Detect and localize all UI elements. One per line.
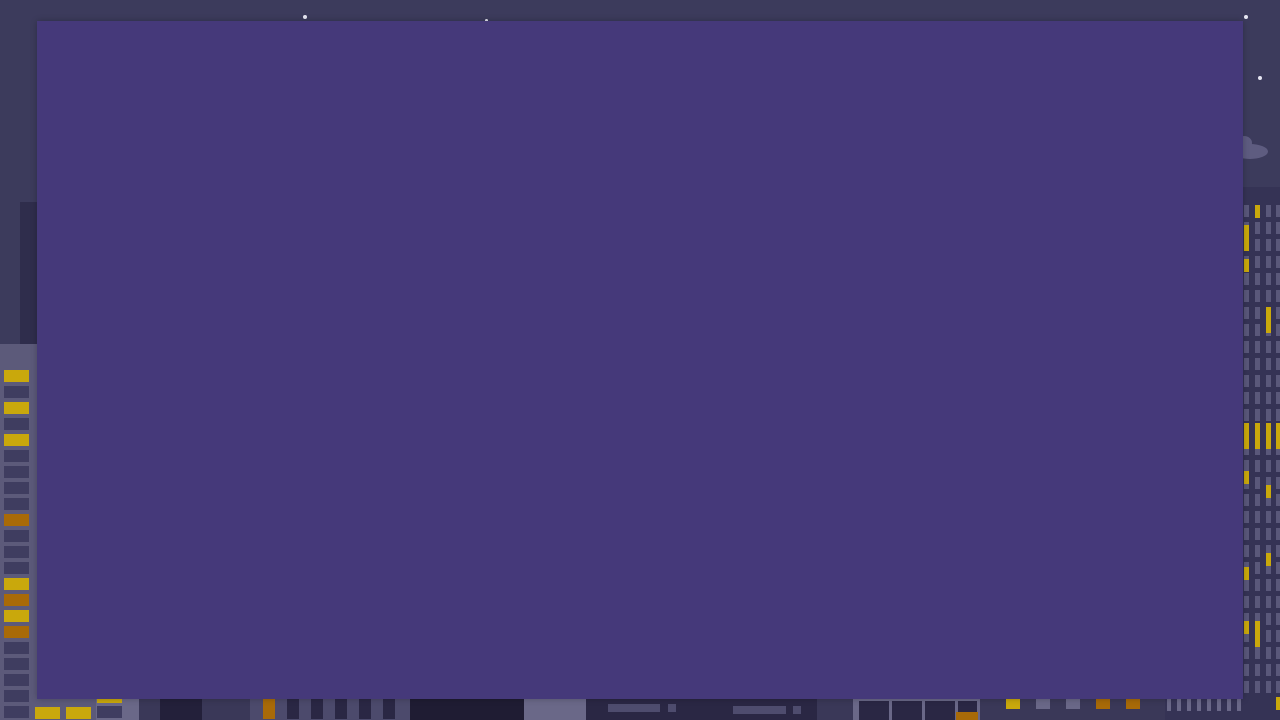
- window-lit: [1255, 621, 1260, 647]
- building-bottom: [1165, 699, 1243, 720]
- building-bottom: [524, 699, 586, 720]
- background-building: [20, 202, 38, 352]
- window-dark: [668, 704, 676, 712]
- window-dark: [4, 498, 29, 510]
- window-dark: [4, 530, 29, 542]
- window-lit: [956, 712, 978, 720]
- building-bottom: [96, 699, 139, 720]
- window-lit: [1266, 423, 1271, 449]
- window-lit: [1126, 699, 1140, 709]
- window-dark: [383, 699, 395, 719]
- window-dark: [4, 450, 29, 462]
- window-lit: [1255, 205, 1260, 218]
- window-lit: [1266, 553, 1271, 566]
- window-lit: [1244, 621, 1249, 634]
- window-lit: [4, 402, 29, 414]
- window-column: [1266, 205, 1271, 695]
- window-dark: [335, 699, 347, 719]
- window-lit: [1266, 485, 1271, 498]
- window-lit: [4, 370, 29, 382]
- building-right: [1243, 187, 1280, 720]
- window-lit: [4, 578, 29, 590]
- star-icon: [1244, 15, 1248, 19]
- window-lit: [1276, 697, 1280, 710]
- window-dark: [311, 699, 323, 719]
- building-bottom: [34, 699, 64, 720]
- window-dark: [4, 690, 29, 702]
- window-lit: [4, 594, 29, 606]
- window-dark: [287, 699, 299, 719]
- window-lit: [1244, 567, 1249, 580]
- window-dark: [1066, 699, 1080, 709]
- window-dark: [1036, 699, 1050, 709]
- building-bottom: [817, 699, 853, 720]
- building-bottom: [712, 699, 817, 720]
- star-icon: [1258, 76, 1262, 80]
- window-lit: [1244, 471, 1249, 484]
- building-bottom: [586, 699, 712, 720]
- window-lit: [1006, 699, 1020, 709]
- window-dark: [4, 482, 29, 494]
- building-bottom: [250, 699, 410, 720]
- window-dark: [4, 642, 29, 654]
- window-dark: [4, 674, 29, 686]
- modal-panel: [37, 21, 1243, 699]
- building-bottom: [139, 699, 160, 720]
- building-bottom: [980, 699, 1165, 720]
- window-lit: [263, 699, 275, 719]
- building-bottom: [202, 699, 250, 720]
- window-dark: [4, 418, 29, 430]
- building-bottom: [853, 699, 980, 720]
- window-dark: [4, 466, 29, 478]
- window-dark: [4, 386, 29, 398]
- window-column: [1276, 205, 1280, 695]
- window-lit: [4, 610, 29, 622]
- window-lit: [4, 434, 29, 446]
- window-lit: [1244, 423, 1249, 449]
- star-icon: [303, 15, 307, 19]
- building-bottom: [410, 699, 524, 720]
- window-column: [1167, 699, 1243, 711]
- window-lit: [4, 514, 29, 526]
- window-dark: [359, 699, 371, 719]
- window-lit: [1096, 699, 1110, 709]
- window-lit: [66, 707, 91, 719]
- window-dark: [608, 704, 660, 712]
- window-dark: [4, 546, 29, 558]
- window-lit: [97, 699, 122, 703]
- window-dark: [4, 562, 29, 574]
- window-lit: [1266, 307, 1271, 333]
- building-bottom: [160, 699, 202, 720]
- window-lit: [1244, 259, 1249, 272]
- window-lit: [4, 626, 29, 638]
- building-bottom: [64, 699, 96, 720]
- window-lit: [35, 707, 60, 719]
- window-lit: [1255, 423, 1260, 449]
- building-left: [0, 344, 38, 720]
- window-lit: [1244, 225, 1249, 251]
- window-dark: [4, 658, 29, 670]
- window-dark: [4, 706, 29, 718]
- window-dark: [97, 706, 122, 718]
- window-dark: [793, 706, 801, 714]
- window-lit: [1276, 423, 1280, 449]
- window-dark: [733, 706, 786, 714]
